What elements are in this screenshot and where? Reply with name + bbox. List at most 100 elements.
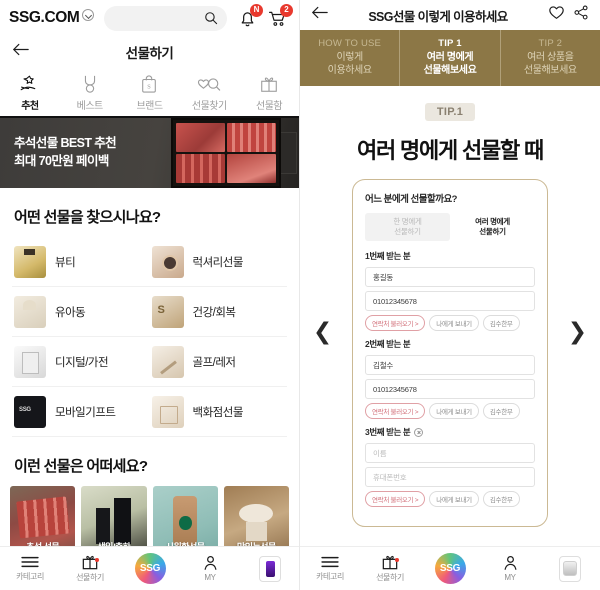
import-contact-button[interactable]: 연락처 불러오기 > [365, 403, 426, 419]
bottom-nav-label: 선물하기 [376, 573, 404, 582]
recipient-title-row: 2번째 받는 분 [365, 338, 535, 350]
notification-button[interactable]: N [237, 3, 263, 29]
segment-line-1: 한 명에게 [393, 216, 422, 226]
recipient-mode-segmented-control: 한 명에게 선물하기 여러 명에게 선물하기 [365, 213, 535, 241]
bottom-nav-gift[interactable]: 선물하기 [360, 554, 420, 583]
import-contact-button[interactable]: 연락처 불러오기 > [365, 491, 426, 507]
gift-icon [82, 555, 98, 570]
recipient-name-input[interactable]: 김철수 [365, 355, 535, 375]
recipient-action-row: 연락처 불러오기 > 나에게 보내기 김수한무 [365, 491, 535, 507]
arrow-left-icon [312, 6, 328, 19]
tip-badge: TIP.1 [424, 103, 476, 121]
share-button[interactable] [573, 5, 589, 25]
chevron-left-icon[interactable]: ❮ [313, 321, 332, 344]
recipient-phone-input[interactable]: 01012345678 [365, 379, 535, 399]
tab-gift-box[interactable]: 선물함 [239, 68, 299, 116]
medal-icon [80, 73, 100, 94]
category-label: 유아동 [55, 306, 86, 319]
send-to-me-button[interactable]: 나에게 보내기 [429, 491, 479, 507]
recipient-name-input[interactable]: 이름 [365, 443, 535, 463]
recipient-title: 2번째 받는 분 [365, 339, 411, 349]
recipient-name-value: 홍길동 [373, 272, 394, 282]
bottom-nav-ssg-home[interactable]: SSG [120, 553, 180, 584]
coffee-machine-thumbnail-icon [14, 345, 46, 378]
ssg-logo[interactable]: SSG.COM [9, 9, 95, 27]
category-item[interactable]: 디지털/가전 [12, 337, 150, 387]
bottom-nav-recent-product[interactable] [540, 555, 600, 582]
category-item[interactable]: 럭셔리선물 [149, 237, 287, 287]
category-label: 백화점선물 [192, 406, 244, 419]
category-item[interactable]: 백화점선물 [149, 387, 287, 437]
bottom-nav-recent-product[interactable] [240, 555, 299, 582]
heart-icon [549, 6, 564, 19]
share-icon [574, 5, 588, 20]
ssg-orb-icon: SSG [134, 553, 166, 584]
saved-contact-button[interactable]: 김수한무 [482, 403, 520, 419]
starbucks-logo-icon [178, 515, 192, 531]
saved-contact-button[interactable]: 김수한무 [482, 315, 520, 331]
segment-line-2: 선물하기 [479, 227, 506, 236]
department-store-bag-thumbnail-icon [151, 395, 184, 428]
category-item[interactable]: 골프/레저 [149, 337, 287, 387]
category-item[interactable]: 유아동 [12, 287, 150, 337]
cake-stand-image [239, 503, 274, 523]
search-input[interactable] [104, 5, 227, 31]
chevron-down-icon[interactable] [82, 9, 95, 21]
send-to-me-button[interactable]: 나에게 보내기 [429, 315, 479, 331]
hero-meat-gift-set-image [171, 118, 281, 188]
bottom-nav-my[interactable]: MY [180, 555, 240, 582]
recipient-name-input[interactable]: 홍길동 [365, 267, 535, 287]
send-to-me-button[interactable]: 나에게 보내기 [429, 403, 479, 419]
bottom-nav-ssg-home[interactable]: SSG [420, 553, 480, 584]
tab-gift-finder[interactable]: 선물찾기 [179, 68, 239, 116]
chevron-right-icon[interactable]: ❯ [568, 321, 587, 344]
beauty-thumbnail-icon [14, 245, 46, 278]
tab-label: 선물찾기 [191, 100, 227, 112]
left-top-bar: SSG.COM N 2 [0, 0, 299, 36]
new-dot-indicator [94, 558, 99, 562]
cart-button[interactable]: 2 [267, 3, 293, 29]
tip-badge-container: TIP.1 [300, 86, 600, 121]
bottom-navigation-bar: 카테고리 선물하기 SSG MY [0, 546, 299, 590]
hero-text: 추석선물 BEST 추천 최대 70만원 페이백 [14, 134, 117, 170]
arrow-left-icon [13, 43, 29, 56]
tab-tip-1[interactable]: TIP 1 여러 명에게 선물해보세요 [400, 30, 501, 86]
bottom-nav-category[interactable]: 카테고리 [0, 555, 60, 582]
back-button[interactable] [311, 6, 328, 24]
recipient-phone-input[interactable]: 휴대폰번호 [365, 467, 535, 487]
category-item[interactable]: 건강/회복 [149, 287, 287, 337]
back-button[interactable] [12, 43, 29, 61]
segment-single-recipient[interactable]: 한 명에게 선물하기 [365, 213, 450, 241]
recipient-phone-input[interactable]: 01012345678 [365, 291, 535, 311]
page-title: SSG선물 이렇게 이용하세요 [368, 9, 508, 24]
recipient-phone-value: 01012345678 [373, 296, 417, 306]
like-button[interactable] [548, 5, 565, 25]
tab-tip-2[interactable]: TIP 2 여러 상품을 선물해보세요 [500, 30, 600, 86]
tab-how-to-use[interactable]: HOW TO USE 이렇게 이용하세요 [300, 30, 401, 86]
tab-best[interactable]: 베스트 [60, 68, 120, 116]
page-header: 선물하기 [0, 36, 299, 68]
perfume-bottle-image [95, 508, 110, 544]
dual-screenshot-container: SSG.COM N 2 선물하기 추천 베스트 S 브랜드 선물찾기 선물함 추… [0, 0, 600, 590]
hero-line-2: 최대 70만원 페이백 [14, 154, 109, 169]
tab-line-2: 이용하세요 [327, 65, 372, 77]
tab-brand[interactable]: S 브랜드 [120, 68, 180, 116]
hero-banner[interactable]: 추석선물 BEST 추천 최대 70만원 페이백 [0, 118, 299, 188]
bottom-nav-category[interactable]: 카테고리 [300, 555, 360, 582]
saved-contact-button[interactable]: 김수한무 [482, 491, 520, 507]
luxury-watch-thumbnail-icon [151, 245, 184, 278]
category-item[interactable]: 모바일기프트 [12, 387, 150, 437]
import-contact-button[interactable]: 연락처 불러오기 > [365, 315, 426, 331]
bottom-nav-my[interactable]: MY [480, 555, 540, 582]
category-label: 모바일기프트 [55, 406, 116, 419]
recipient-name-value: 김철수 [373, 360, 394, 370]
category-label: 뷰티 [55, 256, 76, 269]
segment-multiple-recipients[interactable]: 여러 명에게 선물하기 [450, 213, 535, 241]
remove-recipient-icon[interactable] [414, 427, 424, 437]
bottom-nav-gift[interactable]: 선물하기 [60, 554, 120, 583]
recipient-name-placeholder: 이름 [373, 448, 387, 458]
bottom-nav-label: MY [204, 573, 216, 582]
category-item[interactable]: 뷰티 [12, 237, 150, 287]
segment-line-2: 선물하기 [394, 227, 421, 236]
tab-chucheon[interactable]: 추천 [0, 68, 60, 116]
